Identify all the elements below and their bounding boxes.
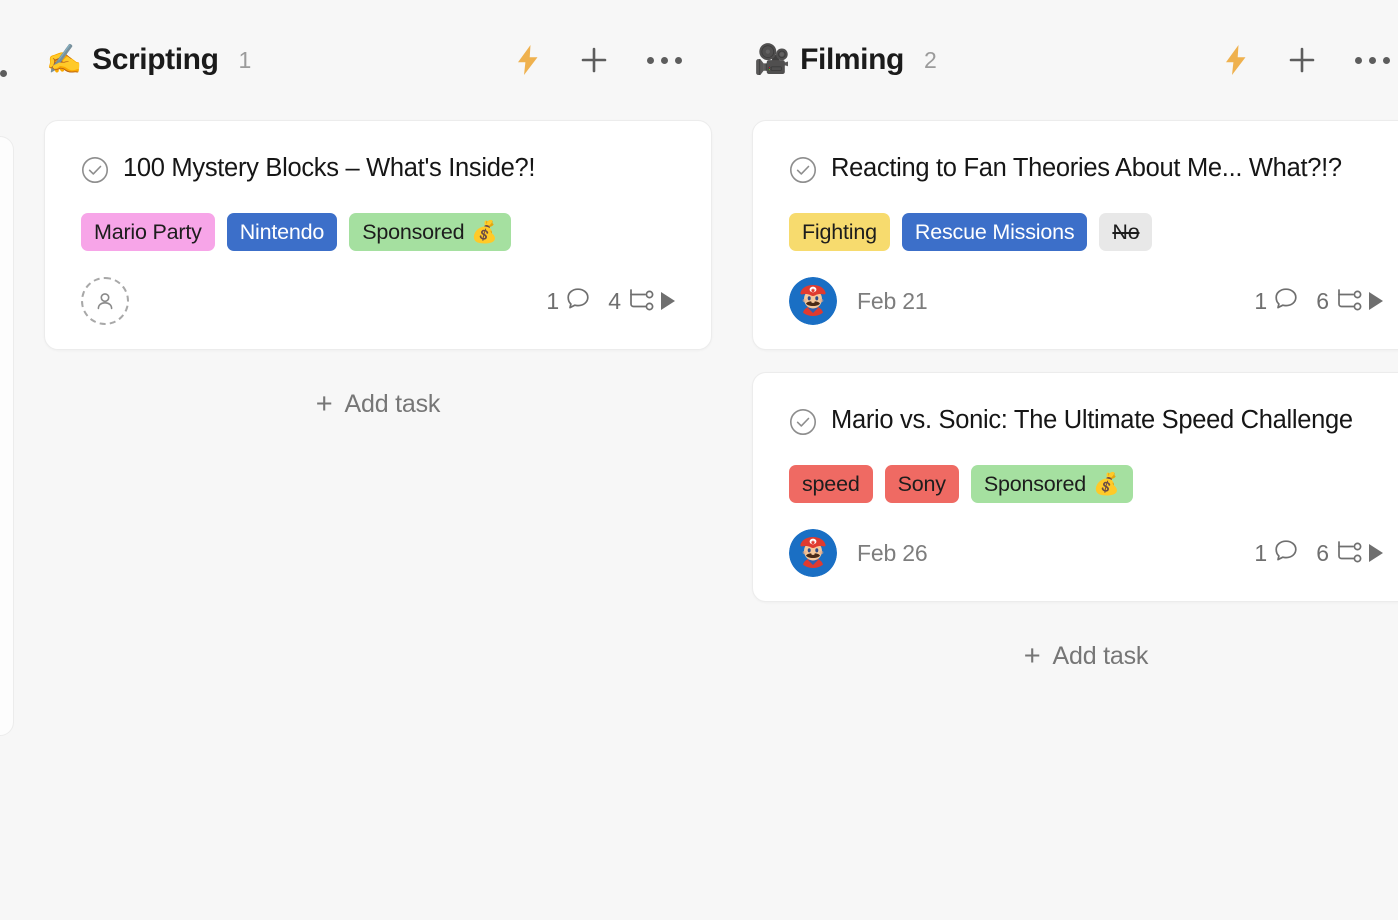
writing-hand-emoji: ✍️ [46,43,83,76]
more-icon-partial [0,70,7,77]
automation-bolt-icon[interactable] [1223,44,1249,76]
task-card[interactable]: 100 Mystery Blocks – What's Inside?! Mari… [44,120,712,350]
card-title: Reacting to Fan Theories About Me... Wha… [831,154,1342,182]
subtask-icon [627,286,657,317]
comment-icon [1273,286,1299,317]
card-tag[interactable]: Mario Party [81,213,215,251]
card-tag-label: Sony [897,471,946,496]
comment-count: 1 [1254,539,1268,566]
card-partial [0,136,14,736]
expand-subtasks-icon[interactable] [1369,292,1383,310]
card-footer: Feb 26 1 6 [789,529,1383,577]
card-tag[interactable]: Fighting [789,213,890,251]
comment-icon [1273,538,1299,569]
card-footer: 14 [81,277,675,325]
subtask-count-group[interactable]: 4 [608,286,657,317]
previous-column-edge [0,0,24,920]
card-tag[interactable]: Nintendo [226,213,338,251]
task-card[interactable]: Reacting to Fan Theories About Me... Wha… [752,120,1398,350]
subtask-count-group[interactable]: 6 [1316,286,1365,317]
add-task-button[interactable]: + Add task [44,372,712,436]
card-tag-label: No [1112,219,1140,244]
comment-count-group[interactable]: 1 [546,286,591,317]
column-task-count: 2 [923,46,937,73]
task-card[interactable]: Mario vs. Sonic: The Ultimate Speed Chal… [752,372,1398,602]
comment-count-group[interactable]: 1 [1254,538,1299,569]
column-actions [1223,44,1398,76]
comment-count: 1 [546,287,560,314]
assignee-placeholder-avatar[interactable] [81,277,129,325]
card-tag[interactable]: Sony [884,465,959,503]
card-list: Reacting to Fan Theories About Me... Wha… [752,120,1398,602]
add-task-label: Add task [1052,641,1149,670]
automation-bolt-icon[interactable] [515,44,541,76]
expand-subtasks-icon[interactable] [661,292,675,310]
card-footer: Feb 21 1 6 [789,277,1383,325]
card-tag-label: Nintendo [239,219,325,244]
card-tag[interactable]: Sponsored 💰 [349,213,511,251]
card-tag-list: Mario Party Nintendo Sponsored 💰 [81,213,675,251]
card-tag-label: Mario Party [94,219,202,244]
column-filming: 🎥 Filming 2 Reacting to Fan Theories About … [752,0,1398,920]
money-bag-emoji: 💰 [471,219,498,244]
card-title: Mario vs. Sonic: The Ultimate Speed Chal… [831,406,1353,434]
subtask-count-group[interactable]: 6 [1316,538,1365,569]
card-tag-list: Fighting Rescue Missions No [789,213,1383,251]
card-meta: 16 [1254,286,1383,317]
money-bag-emoji: 💰 [1093,471,1120,496]
card-title-row: Reacting to Fan Theories About Me... Wha… [789,151,1383,189]
expand-subtasks-icon[interactable] [1369,544,1383,562]
card-tag-label: Fighting [802,219,877,244]
subtask-count: 6 [1316,539,1329,566]
avatar[interactable] [789,277,837,325]
due-date[interactable]: Feb 21 [857,288,928,315]
column-actions [515,44,690,76]
subtask-count: 6 [1316,287,1329,314]
card-tag[interactable]: No [1099,213,1153,251]
column-title[interactable]: Filming [800,43,904,77]
card-meta: 14 [546,286,675,317]
movie-camera-emoji: 🎥 [754,43,791,76]
card-tag-label: Sponsored [983,471,1087,496]
card-title: 100 Mystery Blocks – What's Inside?! [123,154,536,182]
add-task-label: Add task [344,389,441,418]
column-title[interactable]: Scripting [92,43,219,77]
column-scripting: ✍️ Scripting 1 100 Mystery Blocks – What's … [44,0,712,920]
card-tag[interactable]: Rescue Missions [901,213,1088,251]
add-task-button[interactable]: + Add task [752,624,1398,688]
card-list: 100 Mystery Blocks – What's Inside?! Mari… [44,120,712,350]
plus-icon: + [1023,639,1041,672]
card-tag[interactable]: speed [789,465,873,503]
check-circle-icon[interactable] [789,156,817,189]
card-meta: 16 [1254,538,1383,569]
column-header-scripting: ✍️ Scripting 1 [44,0,712,120]
comment-count-group[interactable]: 1 [1254,286,1299,317]
comment-icon [565,286,591,317]
card-tag[interactable]: Sponsored 💰 [970,465,1133,503]
avatar[interactable] [789,529,837,577]
card-tag-label: speed [802,471,860,496]
subtask-icon [1335,538,1365,569]
kanban-board: ✍️ Scripting 1 100 Mystery Blocks – What's … [0,0,1398,920]
column-header-filming: 🎥 Filming 2 [752,0,1398,120]
card-tag-label: Rescue Missions [914,219,1075,244]
card-tag-list: speed Sony Sponsored 💰 [789,465,1383,503]
column-more-options-icon[interactable] [1355,56,1390,64]
subtask-count: 4 [608,287,621,314]
card-tag-label: Sponsored [362,219,465,244]
check-circle-icon[interactable] [789,408,817,441]
card-title-row: Mario vs. Sonic: The Ultimate Speed Chal… [789,403,1383,441]
add-task-plus-icon[interactable] [1288,46,1316,74]
column-more-options-icon[interactable] [647,56,682,64]
column-task-count: 1 [238,46,252,73]
due-date[interactable]: Feb 26 [857,540,928,567]
card-title-row: 100 Mystery Blocks – What's Inside?! [81,151,675,189]
add-task-plus-icon[interactable] [580,46,608,74]
comment-count: 1 [1254,287,1268,314]
plus-icon: + [315,387,333,420]
subtask-icon [1335,286,1365,317]
check-circle-icon[interactable] [81,156,109,189]
